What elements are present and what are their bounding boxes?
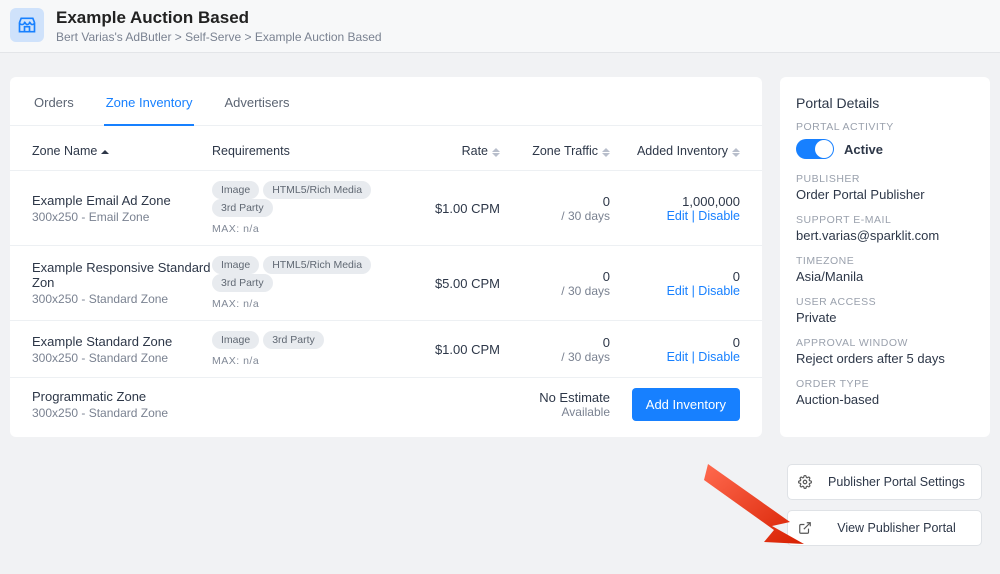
rate-value: $1.00 CPM [400, 201, 500, 216]
view-label: View Publisher Portal [822, 521, 971, 535]
sort-icon [101, 150, 109, 154]
activity-status: Active [844, 142, 883, 157]
zone-name[interactable]: Example Responsive Standard Zon [32, 260, 212, 290]
traffic-value: 0 [500, 269, 610, 284]
sort-icon [732, 148, 740, 157]
zone-name[interactable]: Programmatic Zone [32, 389, 212, 404]
inventory-value: 0 [610, 269, 740, 284]
traffic-sub: / 30 days [500, 209, 610, 223]
timezone-label: TIMEZONE [796, 255, 974, 267]
rate-value: $5.00 CPM [400, 276, 500, 291]
zone-subtype: 300x250 - Standard Zone [32, 406, 212, 420]
tab-orders[interactable]: Orders [32, 91, 76, 125]
edit-disable-links[interactable]: Edit | Disable [610, 284, 740, 298]
max-value: MAX: n/a [212, 223, 400, 235]
publisher-label: PUBLISHER [796, 173, 974, 185]
table-row: Example Email Ad Zone 300x250 - Email Zo… [10, 170, 762, 245]
tab-zone-inventory[interactable]: Zone Inventory [104, 91, 195, 126]
table-row: Example Standard Zone 300x250 - Standard… [10, 320, 762, 377]
activity-toggle[interactable] [796, 139, 834, 159]
requirement-tag: Image [212, 256, 259, 274]
publisher-value: Order Portal Publisher [796, 187, 974, 202]
edit-disable-links[interactable]: Edit | Disable [610, 209, 740, 223]
main-panel: Orders Zone Inventory Advertisers Zone N… [10, 77, 762, 437]
traffic-value: 0 [500, 335, 610, 350]
traffic-value: 0 [500, 194, 610, 209]
support-value: bert.varias@sparklit.com [796, 228, 974, 243]
publisher-portal-settings-button[interactable]: Publisher Portal Settings [787, 464, 982, 500]
rate-value: $1.00 CPM [400, 342, 500, 357]
ordertype-value: Auction-based [796, 392, 974, 407]
support-label: SUPPORT E-MAIL [796, 214, 974, 226]
rate-header[interactable]: Rate [400, 144, 500, 158]
settings-label: Publisher Portal Settings [822, 475, 971, 489]
add-inventory-button[interactable]: Add Inventory [632, 388, 740, 421]
max-value: MAX: n/a [212, 355, 400, 367]
requirement-tag: 3rd Party [212, 199, 273, 217]
timezone-value: Asia/Manila [796, 269, 974, 284]
view-publisher-portal-button[interactable]: View Publisher Portal [787, 510, 982, 546]
table-header: Zone Name Requirements Rate Zone Traffic… [10, 126, 762, 170]
traffic-header[interactable]: Zone Traffic [500, 144, 610, 158]
zone-subtype: 300x250 - Standard Zone [32, 351, 212, 365]
table-row: Programmatic Zone 300x250 - Standard Zon… [10, 377, 762, 431]
portal-logo [10, 8, 44, 42]
traffic-sub: / 30 days [500, 350, 610, 364]
approval-value: Reject orders after 5 days [796, 351, 974, 366]
page-title: Example Auction Based [56, 8, 382, 28]
requirement-tag: 3rd Party [263, 331, 324, 349]
sort-icon [492, 148, 500, 157]
traffic-value: No Estimate [500, 390, 610, 405]
portal-details-heading: Portal Details [796, 95, 974, 111]
breadcrumb[interactable]: Bert Varias's AdButler > Self-Serve > Ex… [56, 30, 382, 44]
external-link-icon [798, 521, 812, 535]
page-header: Example Auction Based Bert Varias's AdBu… [0, 0, 1000, 53]
requirement-tag: HTML5/Rich Media [263, 256, 371, 274]
edit-disable-links[interactable]: Edit | Disable [610, 350, 740, 364]
sort-icon [602, 148, 610, 157]
requirement-tag: Image [212, 331, 259, 349]
table-row: Example Responsive Standard Zon 300x250 … [10, 245, 762, 320]
zone-subtype: 300x250 - Email Zone [32, 210, 212, 224]
zone-name[interactable]: Example Email Ad Zone [32, 193, 212, 208]
max-value: MAX: n/a [212, 298, 400, 310]
requirement-tag: HTML5/Rich Media [263, 181, 371, 199]
useraccess-label: USER ACCESS [796, 296, 974, 308]
zone-subtype: 300x250 - Standard Zone [32, 292, 212, 306]
requirements-header: Requirements [212, 144, 400, 158]
gear-icon [798, 475, 812, 489]
traffic-sub: / 30 days [500, 284, 610, 298]
requirement-tag: Image [212, 181, 259, 199]
inventory-value: 0 [610, 335, 740, 350]
store-icon [17, 15, 37, 35]
tab-advertisers[interactable]: Advertisers [222, 91, 291, 125]
approval-label: APPROVAL WINDOW [796, 337, 974, 349]
inventory-value: 1,000,000 [610, 194, 740, 209]
activity-label: PORTAL ACTIVITY [796, 121, 974, 133]
zone-name-header[interactable]: Zone Name [32, 144, 212, 158]
requirement-tag: 3rd Party [212, 274, 273, 292]
portal-details-panel: Portal Details PORTAL ACTIVITY Active PU… [780, 77, 990, 437]
zone-name[interactable]: Example Standard Zone [32, 334, 212, 349]
ordertype-label: ORDER TYPE [796, 378, 974, 390]
inventory-header[interactable]: Added Inventory [610, 144, 740, 158]
traffic-sub: Available [500, 405, 610, 419]
useraccess-value: Private [796, 310, 974, 325]
tabs: Orders Zone Inventory Advertisers [10, 77, 762, 126]
